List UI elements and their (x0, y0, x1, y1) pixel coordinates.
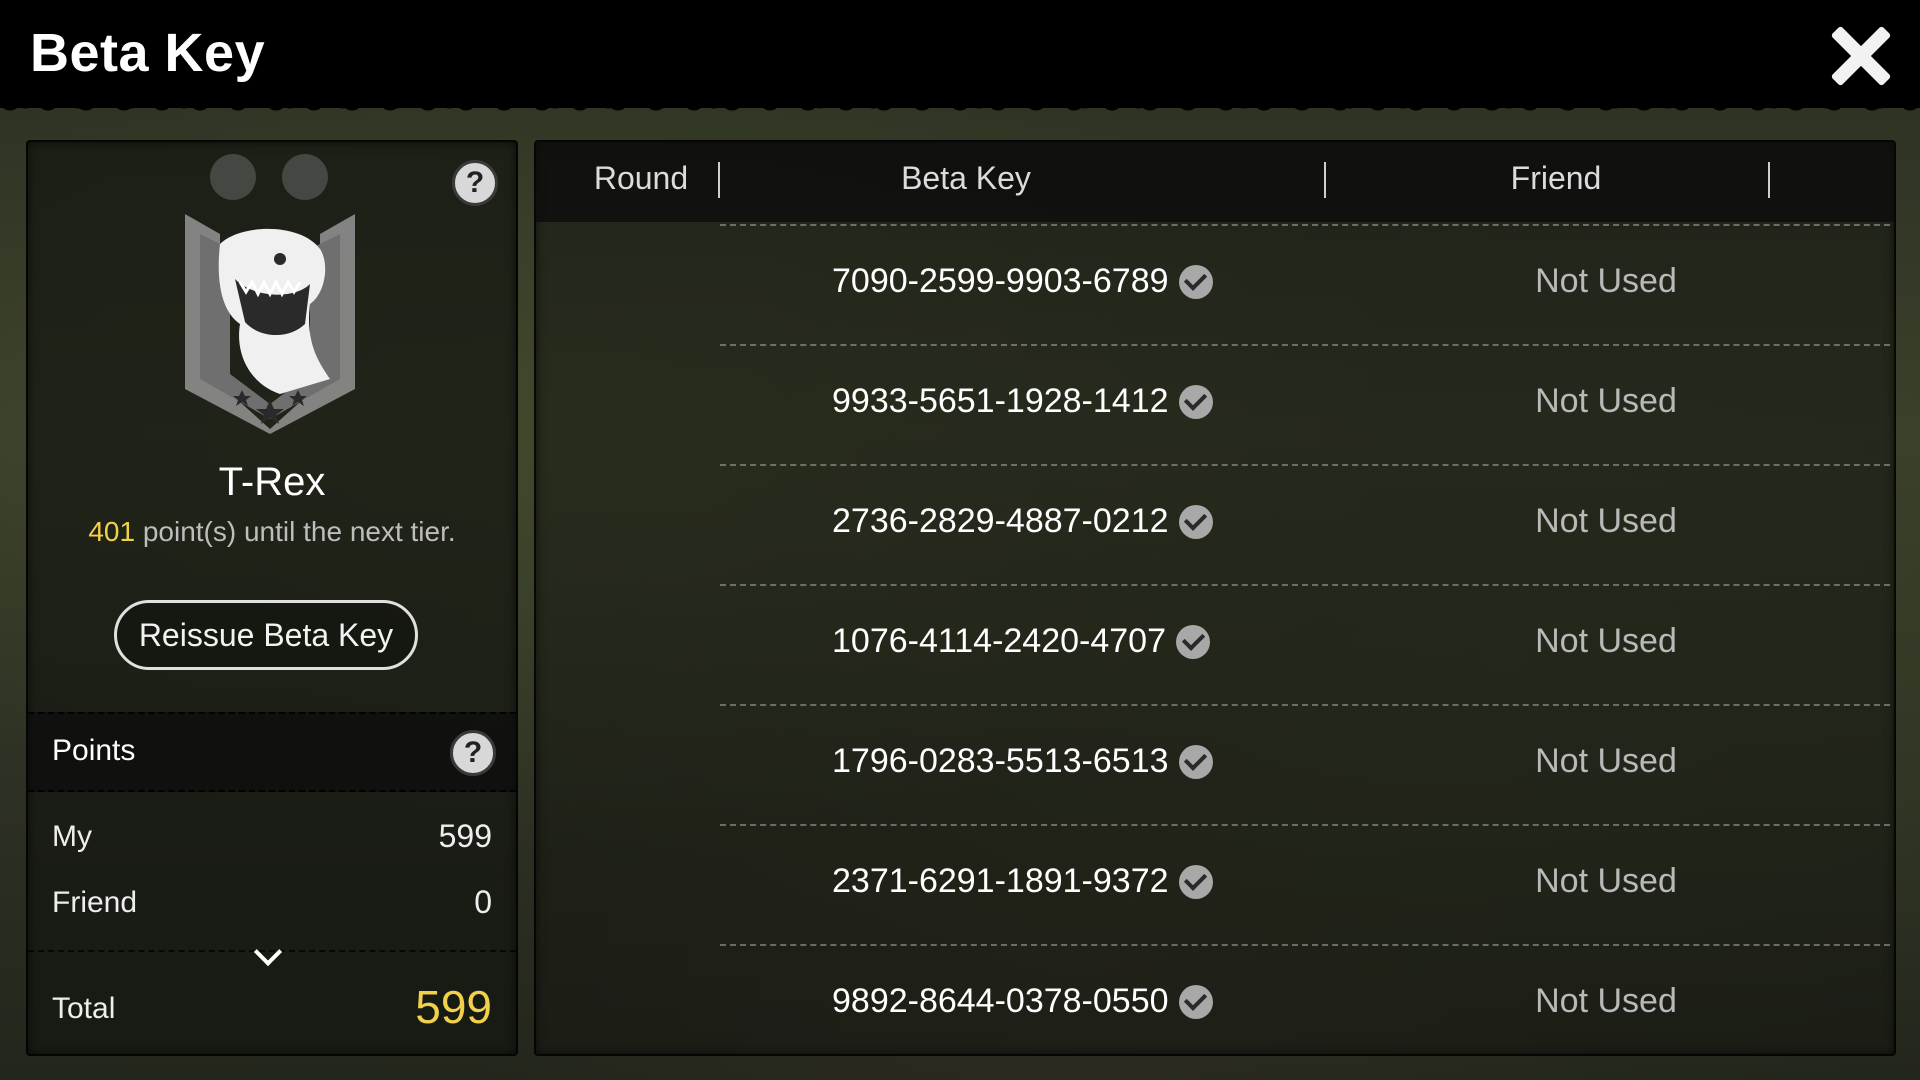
column-separator (1768, 162, 1770, 198)
beta-key-value: 9933-5651-1928-1412 (832, 382, 1169, 420)
beta-key-value: 2736-2829-4887-0212 (832, 502, 1169, 540)
beta-key-value: 7090-2599-9903-6789 (832, 262, 1169, 300)
beta-key-value: 9892-8644-0378-0550 (832, 982, 1169, 1020)
points-my-value: 599 (438, 818, 492, 854)
points-to-next: 401 (88, 516, 136, 547)
check-icon (1178, 744, 1213, 779)
points-help-icon[interactable]: ? (450, 730, 496, 776)
page-dot[interactable] (210, 154, 256, 200)
points-to-next-suffix: point(s) until the next tier. (142, 516, 456, 547)
profile-panel: ? T-Rex 401 point(s) until the next tier… (26, 140, 518, 1056)
beta-key-cell[interactable]: 1796-0283-5513-6513 (832, 742, 1213, 781)
check-icon (1178, 864, 1213, 899)
table-header: Round Beta Key Friend (536, 142, 1894, 222)
points-friend-label: Friend (52, 886, 138, 919)
beta-key-value: 2371-6291-1891-9372 (832, 862, 1169, 900)
torn-edge (0, 100, 1920, 122)
friend-status: Not Used (1535, 262, 1677, 300)
friend-status: Not Used (1535, 742, 1677, 780)
row-divider (720, 704, 1890, 706)
friend-status: Not Used (1535, 502, 1677, 540)
check-icon (1178, 264, 1213, 299)
friend-status: Not Used (1535, 622, 1677, 660)
trex-shield-emblem (185, 214, 355, 434)
column-separator (718, 162, 720, 198)
table-row[interactable]: 7090-2599-9903-6789 Not Used (536, 224, 1894, 344)
column-header-round: Round (593, 160, 689, 196)
table-row[interactable]: 1076-4114-2420-4707 Not Used (536, 584, 1894, 704)
points-my-label: My (52, 820, 92, 853)
row-divider (720, 944, 1890, 946)
beta-key-cell[interactable]: 7090-2599-9903-6789 (832, 262, 1213, 301)
beta-key-value: 1796-0283-5513-6513 (832, 742, 1169, 780)
table-row[interactable]: 2736-2829-4887-0212 Not Used (536, 464, 1894, 584)
reissue-beta-key-button[interactable]: Reissue Beta Key (114, 600, 418, 670)
points-total-value: 599 (415, 981, 492, 1033)
close-icon[interactable] (1826, 22, 1894, 90)
check-icon (1178, 984, 1213, 1019)
points-header-label: Points (52, 734, 136, 767)
help-icon[interactable]: ? (452, 160, 498, 206)
tier-progress-text: 401 point(s) until the next tier. (28, 516, 516, 548)
table-row[interactable]: 9892-8644-0378-0550 Not Used (536, 944, 1894, 1064)
beta-key-cell[interactable]: 2371-6291-1891-9372 (832, 862, 1213, 901)
column-header-friend: Friend (1510, 160, 1602, 196)
beta-key-cell[interactable]: 9933-5651-1928-1412 (832, 382, 1213, 421)
row-divider (720, 224, 1890, 226)
points-header: Points ? (28, 712, 516, 792)
points-total-label: Total (52, 992, 116, 1025)
row-divider (720, 824, 1890, 826)
friend-status: Not Used (1535, 382, 1677, 420)
column-header-beta-key: Beta Key (901, 160, 1031, 196)
table-row[interactable]: 2371-6291-1891-9372 Not Used (536, 824, 1894, 944)
beta-key-cell[interactable]: 9892-8644-0378-0550 (832, 982, 1213, 1021)
table-row[interactable]: 9933-5651-1928-1412 Not Used (536, 344, 1894, 464)
row-divider (720, 344, 1890, 346)
rank-name: T-Rex (218, 460, 326, 504)
beta-key-cell[interactable]: 2736-2829-4887-0212 (832, 502, 1213, 541)
check-icon (1178, 384, 1213, 419)
check-icon (1176, 624, 1210, 659)
page-dot[interactable] (282, 154, 328, 200)
column-separator (1324, 162, 1326, 198)
friend-status: Not Used (1535, 982, 1677, 1020)
friend-status: Not Used (1535, 862, 1677, 900)
page-dots (210, 154, 328, 200)
row-divider (720, 584, 1890, 586)
check-icon (1178, 504, 1213, 539)
points-friend-value: 0 (474, 884, 492, 920)
window-title: Beta Key (30, 23, 266, 83)
beta-key-table: Round Beta Key Friend 7090-2599-9903-678… (534, 140, 1896, 1056)
table-row[interactable]: 1796-0283-5513-6513 Not Used (536, 704, 1894, 824)
beta-key-cell[interactable]: 1076-4114-2420-4707 (832, 622, 1210, 661)
chevron-down-icon[interactable] (253, 937, 283, 967)
row-divider (720, 464, 1890, 466)
top-bar: Beta Key (0, 0, 1920, 122)
beta-key-value: 1076-4114-2420-4707 (832, 622, 1166, 660)
